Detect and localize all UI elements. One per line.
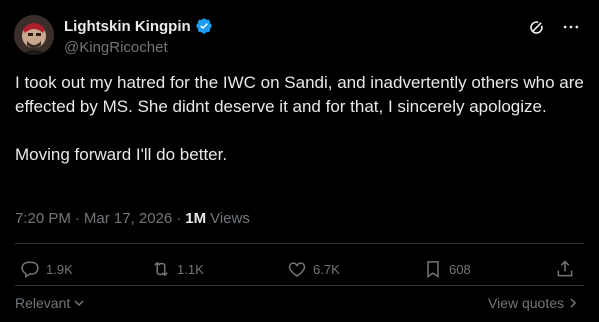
- bookmark-icon: [427, 261, 439, 278]
- repost-count: 1.1K: [177, 261, 204, 277]
- bookmark-button[interactable]: 608: [423, 259, 471, 279]
- display-name[interactable]: Lightskin Kingpin: [64, 18, 191, 35]
- author-name-row: Lightskin Kingpin: [64, 17, 213, 35]
- views-count: 1M: [185, 210, 207, 227]
- share-icon: [557, 260, 573, 277]
- top-actions: [527, 17, 581, 37]
- views-label: Views: [210, 210, 250, 227]
- reply-sort-label: Relevant: [15, 295, 71, 311]
- divider: [15, 243, 584, 244]
- like-count: 6.7K: [313, 261, 340, 277]
- action-bar: 1.9K 1.1K 6.7K 608: [15, 259, 585, 283]
- chevron-down-icon: [74, 300, 84, 307]
- reply-button[interactable]: 1.9K: [20, 259, 73, 279]
- bookmark-count: 608: [449, 261, 471, 277]
- heart-icon: [288, 262, 306, 277]
- tweet-card: Lightskin Kingpin @KingRicochet I took o…: [0, 0, 599, 322]
- chevron-right-icon: [570, 298, 577, 308]
- meta-separator: ·: [74, 210, 80, 227]
- avatar-image: [14, 15, 54, 55]
- tweet-text: I took out my hatred for the IWC on Sand…: [15, 73, 584, 164]
- like-button[interactable]: 6.7K: [287, 259, 340, 279]
- meta-separator: ·: [176, 210, 182, 227]
- avatar[interactable]: [14, 15, 54, 55]
- more-options-icon[interactable]: [561, 17, 581, 37]
- repost-icon: [154, 261, 168, 277]
- verified-badge-icon: [195, 17, 213, 35]
- divider: [15, 285, 584, 286]
- tweet-date[interactable]: Mar 17, 2026: [84, 210, 172, 227]
- view-quotes-link[interactable]: View quotes: [488, 295, 579, 311]
- view-quotes-label: View quotes: [487, 295, 564, 311]
- grok-icon[interactable]: [527, 17, 547, 37]
- tweet-meta: 7:20 PM · Mar 17, 2026 · 1M Views: [15, 210, 250, 227]
- share-button[interactable]: [555, 259, 581, 279]
- repost-button[interactable]: 1.1K: [151, 259, 204, 279]
- reply-icon: [21, 261, 39, 278]
- reply-count: 1.9K: [46, 261, 73, 277]
- tweet-time[interactable]: 7:20 PM: [15, 210, 71, 227]
- reply-sort-dropdown[interactable]: Relevant: [15, 295, 85, 311]
- author-handle[interactable]: @KingRicochet: [64, 39, 168, 56]
